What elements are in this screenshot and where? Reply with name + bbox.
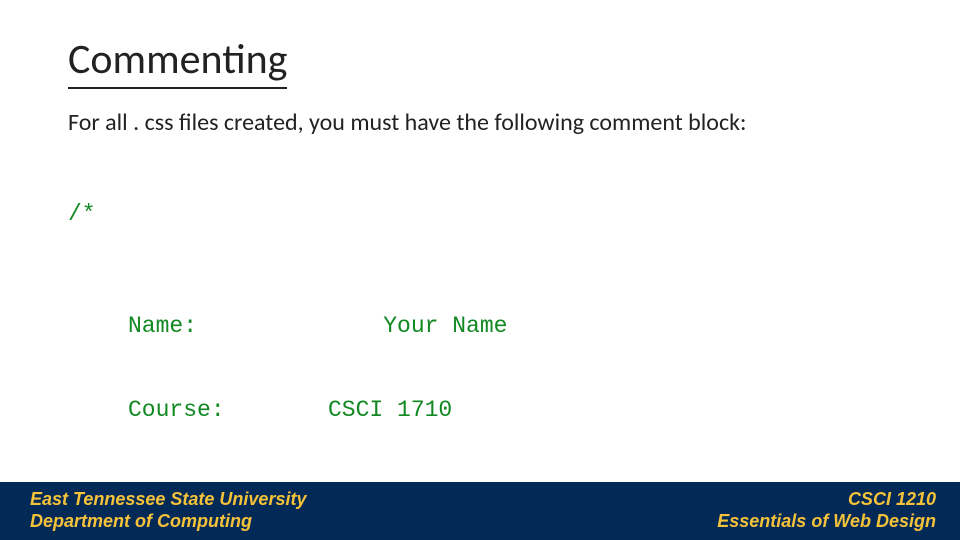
comment-open: /* xyxy=(68,200,839,228)
footer-department: Department of Computing xyxy=(30,511,306,533)
code-row: Course: CSCI 1710 xyxy=(68,396,839,424)
footer-course-name: Essentials of Web Design xyxy=(717,511,936,533)
slide: Commenting For all . css files created, … xyxy=(0,0,960,540)
code-label: Course: xyxy=(68,396,328,424)
code-value: CSCI 1710 xyxy=(328,396,839,424)
footer-university: East Tennessee State University xyxy=(30,489,306,511)
footer-left: East Tennessee State University Departme… xyxy=(30,489,306,532)
footer-course-code: CSCI 1210 xyxy=(848,489,936,511)
code-block: /* Name: Your Name Course: CSCI 1710 Ass… xyxy=(68,144,839,540)
footer-right: CSCI 1210 Essentials of Web Design xyxy=(717,489,936,532)
code-row: Name: Your Name xyxy=(68,312,839,340)
slide-title: Commenting xyxy=(68,34,287,89)
code-label: Name: xyxy=(68,312,328,340)
footer: East Tennessee State University Departme… xyxy=(0,482,960,540)
intro-text: For all . css files created, you must ha… xyxy=(68,108,746,137)
code-value: Your Name xyxy=(328,312,839,340)
